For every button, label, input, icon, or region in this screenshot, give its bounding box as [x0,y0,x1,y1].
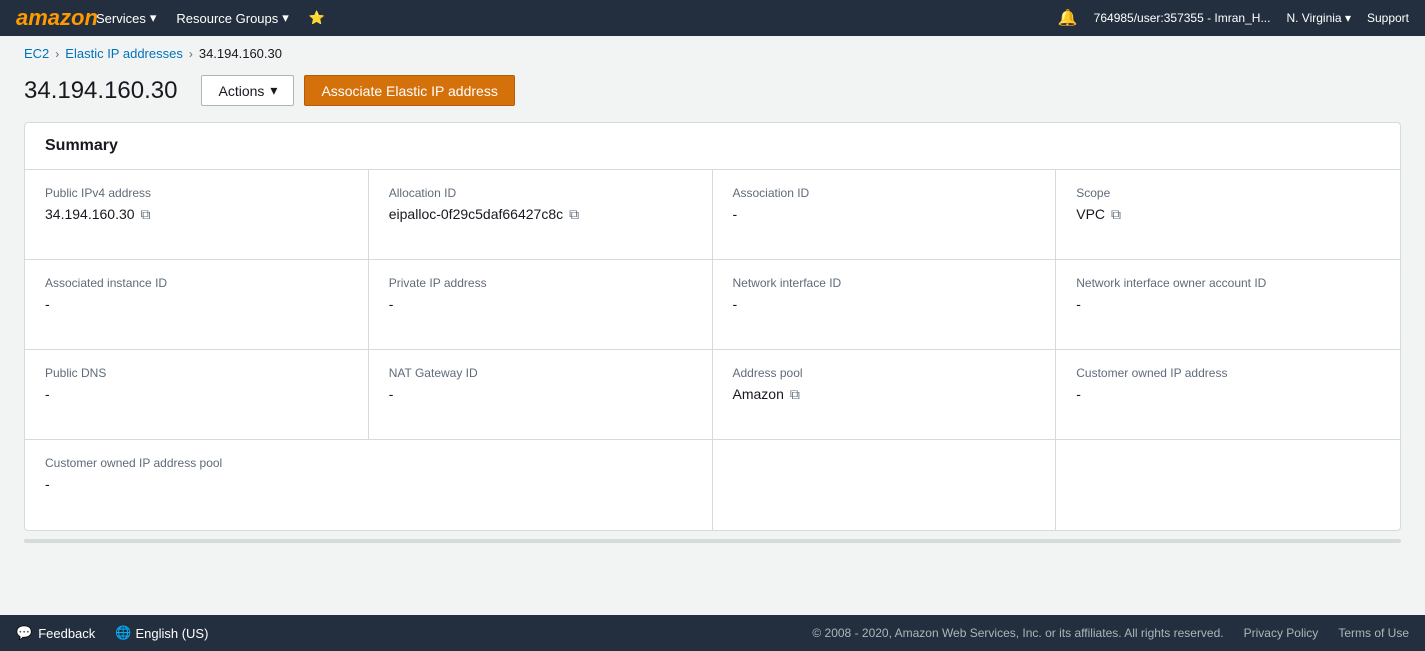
label-address-pool: Address pool [733,366,1036,380]
header-actions: Actions ▾ Associate Elastic IP address [201,75,514,106]
user-menu[interactable]: 764985/user:357355 - Imran_H... [1094,11,1271,25]
nav-right-section: 🔔 764985/user:357355 - Imran_H... N. Vir… [1058,8,1409,28]
language-button[interactable]: 🌐 English (US) [115,625,208,641]
services-menu[interactable]: Services ▾ [96,10,156,26]
page-title: 34.194.160.30 [24,77,177,105]
value-nat-gateway-id: - [389,386,394,402]
value-allocation-id: eipalloc-0f29c5daf66427c8c [389,206,563,222]
associate-elastic-ip-button[interactable]: Associate Elastic IP address [304,75,514,106]
favorites-icon[interactable]: ⭐ [309,10,325,26]
label-allocation-id: Allocation ID [389,186,692,200]
label-public-ipv4: Public IPv4 address [45,186,348,200]
breadcrumb-sep-2: › [189,47,193,61]
copy-scope-icon[interactable]: ⧉ [1111,206,1121,223]
amazon-logo[interactable]: amazon [16,4,76,32]
value-private-ip: - [389,296,394,312]
label-association-id: Association ID [733,186,1036,200]
cell-allocation-id: Allocation ID eipalloc-0f29c5daf66427c8c… [369,170,713,260]
page-header: 34.194.160.30 Actions ▾ Associate Elasti… [0,67,1425,122]
value-customer-owned-ip: - [1076,386,1081,402]
actions-button[interactable]: Actions ▾ [201,75,294,106]
horizontal-scrollbar[interactable] [24,539,1401,543]
cell-scope: Scope VPC ⧉ [1056,170,1400,260]
terms-of-use-link[interactable]: Terms of Use [1338,626,1409,640]
value-customer-owned-ip-pool: - [45,476,50,492]
support-menu[interactable]: Support [1367,11,1409,25]
empty-cell-1 [369,440,713,530]
label-nat-gateway-id: NAT Gateway ID [389,366,692,380]
summary-card: Summary Public IPv4 address 34.194.160.3… [24,122,1401,531]
value-public-ipv4: 34.194.160.30 [45,206,135,222]
copyright-text: © 2008 - 2020, Amazon Web Services, Inc.… [812,626,1223,640]
resource-groups-menu[interactable]: Resource Groups ▾ [176,10,288,26]
footer: 💬 Feedback 🌐 English (US) © 2008 - 2020,… [0,615,1425,651]
label-public-dns: Public DNS [45,366,348,380]
breadcrumb-ec2[interactable]: EC2 [24,46,49,61]
cell-association-id: Association ID - [713,170,1057,260]
label-private-ip: Private IP address [389,276,692,290]
cell-customer-owned-ip: Customer owned IP address - [1056,350,1400,440]
value-address-pool: Amazon [733,386,784,402]
label-associated-instance-id: Associated instance ID [45,276,348,290]
value-associated-instance-id: - [45,296,50,312]
breadcrumb-elastic-ips[interactable]: Elastic IP addresses [65,46,183,61]
region-menu[interactable]: N. Virginia ▾ [1286,11,1351,25]
value-network-interface-owner: - [1076,296,1081,312]
feedback-button[interactable]: 💬 Feedback [16,625,95,641]
main-content: EC2 › Elastic IP addresses › 34.194.160.… [0,36,1425,603]
label-customer-owned-ip-pool: Customer owned IP address pool [45,456,349,470]
chevron-down-icon: ▾ [270,82,277,99]
globe-icon: 🌐 [115,625,131,641]
value-scope: VPC [1076,206,1105,222]
value-public-dns: - [45,386,50,402]
label-network-interface-id: Network interface ID [733,276,1036,290]
cell-public-dns: Public DNS - [25,350,369,440]
label-scope: Scope [1076,186,1380,200]
cell-associated-instance-id: Associated instance ID - [25,260,369,350]
breadcrumb: EC2 › Elastic IP addresses › 34.194.160.… [0,36,1425,67]
label-network-interface-owner: Network interface owner account ID [1076,276,1380,290]
breadcrumb-current: 34.194.160.30 [199,46,282,61]
footer-right: © 2008 - 2020, Amazon Web Services, Inc.… [812,626,1409,640]
cell-customer-owned-ip-pool: Customer owned IP address pool - [25,440,369,530]
cell-network-interface-owner: Network interface owner account ID - [1056,260,1400,350]
bell-icon[interactable]: 🔔 [1058,8,1078,28]
breadcrumb-sep-1: › [55,47,59,61]
copy-public-ipv4-icon[interactable]: ⧉ [141,206,151,223]
value-association-id: - [733,206,738,222]
summary-grid: Public IPv4 address 34.194.160.30 ⧉ Allo… [25,170,1400,530]
cell-network-interface-id: Network interface ID - [713,260,1057,350]
copy-address-pool-icon[interactable]: ⧉ [790,386,800,403]
top-navigation: amazon Services ▾ Resource Groups ▾ ⭐ 🔔 … [0,0,1425,36]
label-customer-owned-ip: Customer owned IP address [1076,366,1380,380]
cell-nat-gateway-id: NAT Gateway ID - [369,350,713,440]
summary-title: Summary [25,123,1400,170]
cell-public-ipv4: Public IPv4 address 34.194.160.30 ⧉ [25,170,369,260]
value-network-interface-id: - [733,296,738,312]
chat-bubble-icon: 💬 [16,625,32,641]
privacy-policy-link[interactable]: Privacy Policy [1244,626,1319,640]
empty-cell-2 [713,440,1057,530]
empty-cell-3 [1056,440,1400,530]
cell-private-ip: Private IP address - [369,260,713,350]
cell-address-pool: Address pool Amazon ⧉ [713,350,1057,440]
copy-allocation-id-icon[interactable]: ⧉ [569,206,579,223]
